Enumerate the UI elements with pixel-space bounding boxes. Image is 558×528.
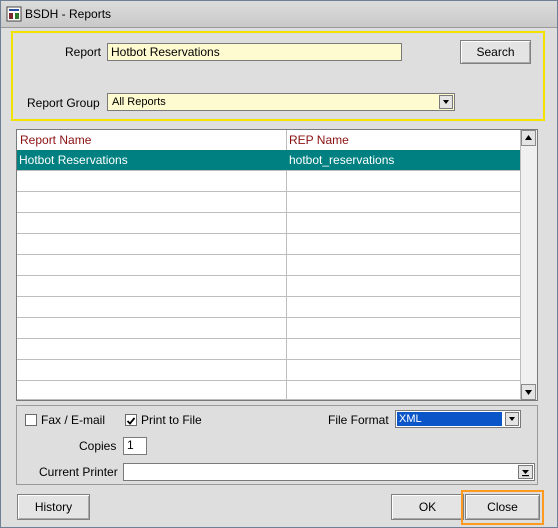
table-row[interactable] — [17, 318, 521, 339]
printer-dropdown-icon[interactable] — [518, 465, 533, 479]
table-row[interactable] — [17, 213, 521, 234]
table-row[interactable] — [17, 297, 521, 318]
file-format-label: File Format — [328, 413, 389, 427]
report-group-label: Report Group — [27, 96, 100, 110]
grid-scrollbar[interactable] — [520, 130, 537, 400]
table-row[interactable] — [17, 339, 521, 360]
reports-grid: Report Name REP Name Hotbot Reservations… — [16, 129, 538, 401]
table-row[interactable] — [17, 192, 521, 213]
report-input[interactable]: Hotbot Reservations — [107, 43, 402, 61]
app-icon — [6, 6, 22, 22]
report-label: Report — [65, 45, 102, 59]
table-row[interactable] — [17, 381, 521, 400]
copies-input[interactable]: 1 — [123, 437, 147, 455]
file-format-value: XML — [397, 412, 502, 426]
table-row[interactable] — [17, 234, 521, 255]
table-row[interactable] — [17, 171, 521, 192]
table-row[interactable] — [17, 255, 521, 276]
search-button[interactable]: Search — [460, 40, 531, 64]
cell-report-name: Hotbot Reservations — [19, 153, 128, 167]
copies-label: Copies — [79, 439, 117, 453]
reports-window: BSDH - Reports Report Hotbot Reservation… — [0, 0, 558, 528]
fax-email-checkbox[interactable] — [25, 414, 37, 426]
window-title: BSDH - Reports — [25, 7, 112, 21]
close-button[interactable]: Close — [465, 494, 540, 520]
chevron-down-icon[interactable] — [439, 95, 453, 109]
file-format-select[interactable]: XML — [395, 410, 521, 428]
history-button[interactable]: History — [17, 494, 90, 520]
fax-email-label: Fax / E-mail — [41, 413, 106, 427]
column-header-rep-name[interactable]: REP Name — [289, 133, 349, 147]
grid-header: Report Name REP Name — [17, 130, 521, 151]
current-printer-label: Current Printer — [39, 465, 118, 479]
column-header-report-name[interactable]: Report Name — [20, 133, 91, 147]
checkmark-icon — [126, 417, 136, 425]
cell-rep-name: hotbot_reservations — [289, 153, 395, 167]
print-to-file-checkbox[interactable] — [125, 414, 137, 426]
current-printer-field[interactable] — [123, 463, 535, 481]
table-row[interactable] — [17, 276, 521, 297]
scroll-down-icon[interactable] — [521, 384, 536, 400]
print-to-file-label: Print to File — [141, 413, 202, 427]
title-bar: BSDH - Reports — [1, 1, 557, 28]
report-group-value: All Reports — [112, 96, 166, 108]
scroll-up-icon[interactable] — [521, 130, 536, 146]
table-row[interactable] — [17, 360, 521, 381]
ok-button[interactable]: OK — [391, 494, 464, 520]
chevron-down-icon[interactable] — [505, 412, 519, 426]
report-group-select[interactable]: All Reports — [107, 93, 455, 111]
table-row-selected[interactable]: Hotbot Reservations hotbot_reservations — [17, 150, 521, 171]
